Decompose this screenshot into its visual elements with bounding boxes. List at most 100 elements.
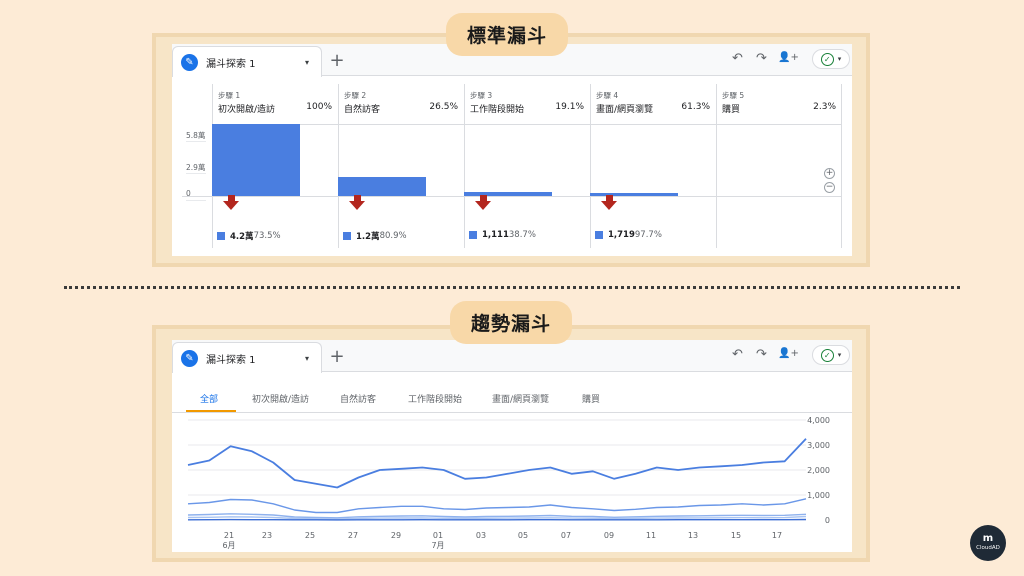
y-tick-label: 2,000 <box>807 466 830 475</box>
trend-funnel-panel: ✎ 漏斗探索 1 ▾ + ↶ ↷ 👤+ ✓ ▾ 全部 初次開啟/造訪 自然訪客 工作階… <box>172 340 852 552</box>
step-name: 工作階段開始 <box>470 105 525 115</box>
drop-arrow-head <box>601 201 617 210</box>
step-name: 初次開啟/造訪 <box>218 105 276 115</box>
step-number: 步驟 4 <box>596 91 619 100</box>
redo-icon[interactable]: ↷ <box>756 52 767 65</box>
x-tick-label: 15 <box>731 531 741 540</box>
legend-swatch <box>343 232 351 240</box>
zoom-out-icon[interactable]: − <box>824 182 835 193</box>
x-tick-month-label: 7月 <box>431 541 444 550</box>
funnel-bar-step-2[interactable] <box>338 177 426 196</box>
undo-icon[interactable]: ↶ <box>732 348 743 361</box>
y-axis-tick <box>186 141 206 142</box>
trend-tab-3[interactable]: 自然訪客 <box>340 392 376 405</box>
x-tick-label: 09 <box>604 531 614 540</box>
funnel-bar-step-4[interactable] <box>590 193 678 196</box>
y-tick-label: 4,000 <box>807 416 830 425</box>
dropoff-stat-3[interactable]: 1,111 38.7% <box>469 230 536 240</box>
drop-arrow-head <box>475 201 491 210</box>
x-tick-month-label: 6月 <box>222 541 235 550</box>
header-divider <box>212 124 842 125</box>
trend-tab-6[interactable]: 購買 <box>582 392 600 405</box>
chevron-down-icon[interactable]: ▾ <box>305 354 309 363</box>
trend-tab-4[interactable]: 工作階段開始 <box>408 392 462 405</box>
standard-funnel-title: 標準漏斗 <box>446 13 568 56</box>
toolbar: ✎ 漏斗探索 1 ▾ + ↶ ↷ 👤+ ✓ ▾ <box>172 340 852 373</box>
dropoff-stat-4[interactable]: 1,719 97.7% <box>595 230 662 240</box>
step-number: 步驟 2 <box>344 91 367 100</box>
chevron-down-icon: ▾ <box>837 55 842 63</box>
step-percentage: 100% <box>306 102 332 112</box>
y-tick-label: 1,000 <box>807 491 830 500</box>
x-tick-label: 17 <box>772 531 782 540</box>
dropoff-stat-1[interactable]: 4.2萬 73.5% <box>217 230 281 242</box>
step-name: 購買 <box>722 105 741 115</box>
trend-line-chart: 4,000 3,000 2,000 1,000 0 216月 23 25 27 29 017月 03 0… <box>187 416 830 550</box>
y-tick-label: 3,000 <box>807 441 830 450</box>
tab-label: 漏斗探索 1 <box>206 58 256 70</box>
exploration-tab[interactable]: ✎ 漏斗探索 1 ▾ <box>172 46 322 77</box>
pencil-icon[interactable]: ✎ <box>181 349 198 367</box>
trend-tab-5[interactable]: 畫面/網頁瀏覽 <box>492 392 549 405</box>
step-percentage: 19.1% <box>555 102 584 112</box>
x-tick-label: 29 <box>391 531 401 540</box>
trend-tab-1[interactable]: 全部 <box>200 392 218 405</box>
drop-arrow-head <box>223 201 239 210</box>
dropoff-percentage: 80.9% <box>379 231 407 241</box>
chevron-down-icon[interactable]: ▾ <box>305 58 309 67</box>
standard-funnel-panel: ✎ 漏斗探索 1 ▾ + ↶ ↷ 👤+ ✓ ▾ 5.8萬 2.9萬 0 步驟 1 初次開… <box>172 44 852 256</box>
step-name: 畫面/網頁瀏覽 <box>596 105 654 115</box>
x-tick-label: 01 <box>433 531 443 540</box>
y-axis-tick <box>186 200 206 201</box>
funnel-bar-step-3[interactable] <box>464 192 552 196</box>
trend-funnel-title: 趨勢漏斗 <box>450 301 572 344</box>
legend-swatch <box>469 231 477 239</box>
logo-text: CloudAD <box>976 545 1000 552</box>
status-menu[interactable]: ✓ ▾ <box>812 49 850 69</box>
check-circle-icon: ✓ <box>820 52 834 66</box>
add-tab-button[interactable]: + <box>326 50 348 72</box>
x-tick-label: 03 <box>476 531 486 540</box>
legend-swatch <box>595 231 603 239</box>
x-tick-label: 23 <box>262 531 272 540</box>
chevron-down-icon: ▾ <box>837 351 842 359</box>
step-header-4: 步驟 4 畫面/網頁瀏覽 61.3% <box>590 84 716 124</box>
share-user-icon[interactable]: 👤+ <box>778 349 799 359</box>
logo-mark: m <box>982 533 994 545</box>
share-user-icon[interactable]: 👤+ <box>778 53 799 63</box>
y-axis-label: 0 <box>186 189 191 198</box>
dropoff-percentage: 73.5% <box>253 231 281 241</box>
funnel-bar-step-1[interactable] <box>212 124 300 196</box>
y-axis-tick <box>186 173 206 174</box>
x-tick-label: 05 <box>518 531 528 540</box>
x-tick-label: 11 <box>646 531 656 540</box>
step-number: 步驟 3 <box>470 91 493 100</box>
check-circle-icon: ✓ <box>820 348 834 362</box>
dropoff-percentage: 38.7% <box>508 230 536 240</box>
x-tick-label: 21 <box>224 531 234 540</box>
x-tick-label: 25 <box>305 531 315 540</box>
redo-icon[interactable]: ↷ <box>756 348 767 361</box>
x-tick-label: 27 <box>348 531 358 540</box>
step-percentage: 2.3% <box>813 102 836 112</box>
step-header-3: 步驟 3 工作階段開始 19.1% <box>464 84 590 124</box>
exploration-tab[interactable]: ✎ 漏斗探索 1 ▾ <box>172 342 322 373</box>
pencil-icon[interactable]: ✎ <box>181 53 198 71</box>
undo-icon[interactable]: ↶ <box>732 52 743 65</box>
baseline <box>182 196 842 197</box>
drop-arrow-head <box>349 201 365 210</box>
step-header-2: 步驟 2 自然訪客 26.5% <box>338 84 464 124</box>
x-tick-label: 07 <box>561 531 571 540</box>
trend-tab-2[interactable]: 初次開啟/造訪 <box>252 392 309 405</box>
dropoff-value: 1,111 <box>482 230 509 240</box>
step-header-1: 步驟 1 初次開啟/造訪 100% <box>212 84 338 124</box>
legend-swatch <box>217 232 225 240</box>
step-header-5: 步驟 5 購買 2.3% <box>716 84 842 124</box>
section-divider <box>64 286 960 289</box>
status-menu[interactable]: ✓ ▾ <box>812 345 850 365</box>
add-tab-button[interactable]: + <box>326 346 348 368</box>
step-number: 步驟 5 <box>722 91 745 100</box>
zoom-in-icon[interactable]: + <box>824 168 835 179</box>
dropoff-value: 1,719 <box>608 230 635 240</box>
dropoff-stat-2[interactable]: 1.2萬 80.9% <box>343 230 407 242</box>
